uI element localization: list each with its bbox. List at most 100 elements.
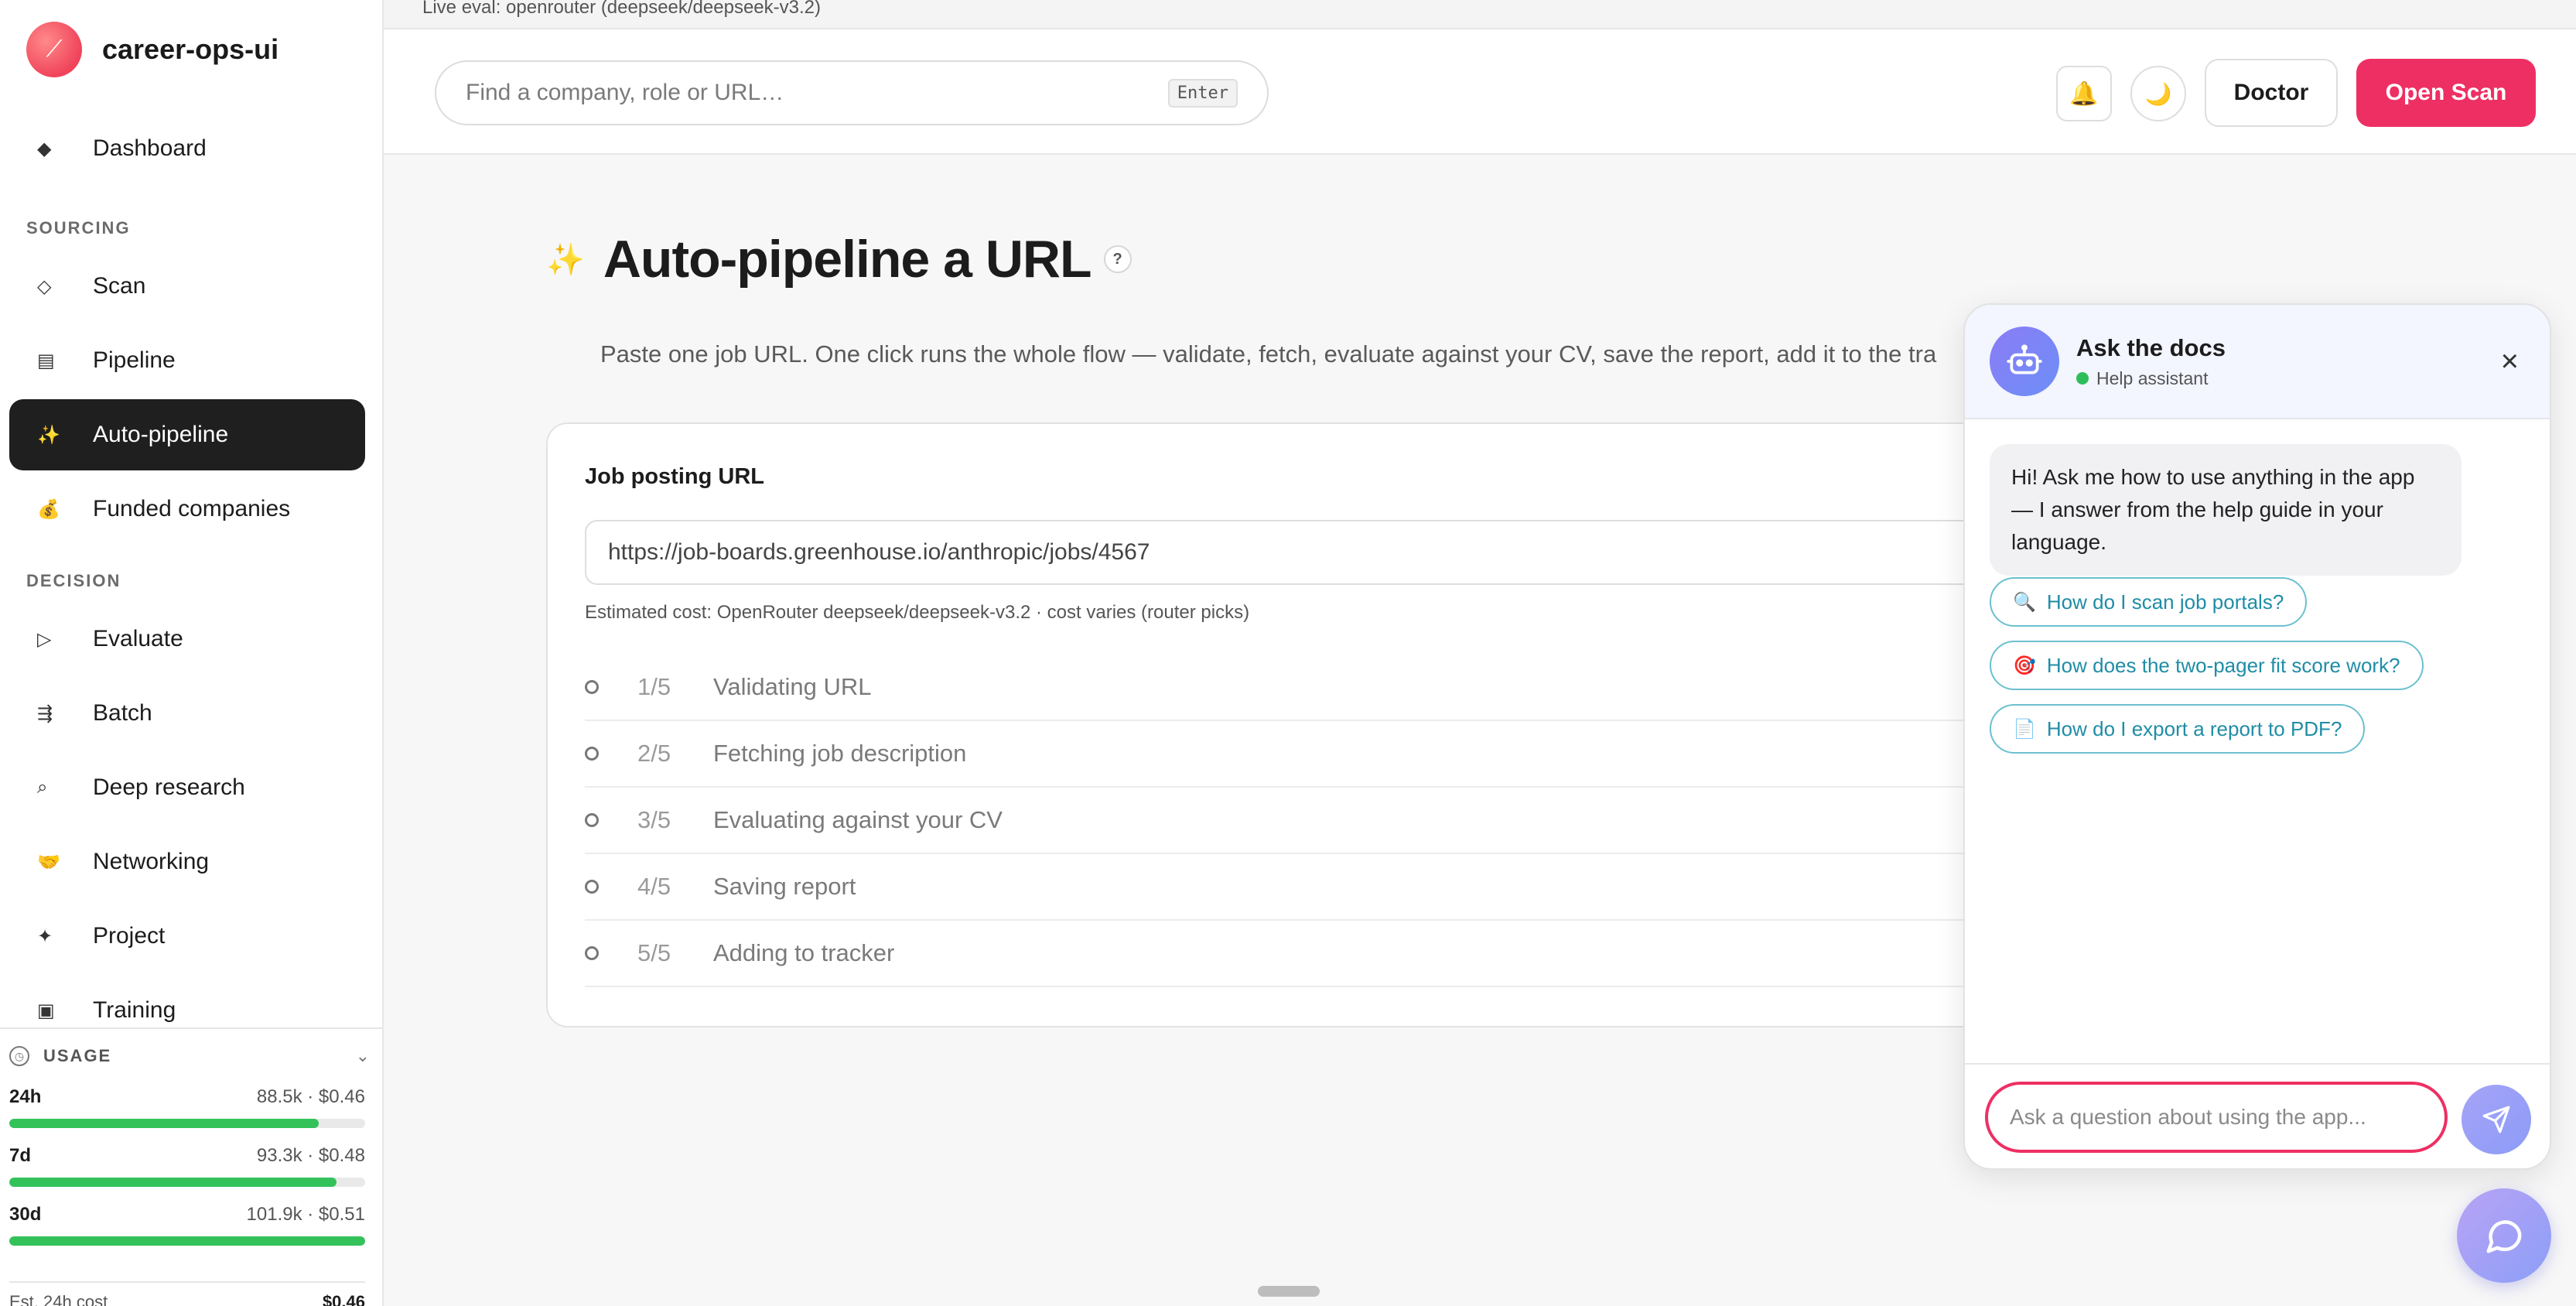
sidebar-item-label: Training xyxy=(93,997,176,1023)
sidebar-item-label: Auto-pipeline xyxy=(93,422,229,447)
help-icon[interactable]: ? xyxy=(1103,245,1132,273)
usage-value: 101.9k · $0.51 xyxy=(246,1204,365,1225)
sidebar-item-networking[interactable]: 🤝 Networking xyxy=(9,826,365,897)
usage-header[interactable]: ◷ USAGE ⌄ xyxy=(9,1046,370,1066)
topbar: Enter 🔔 🌙 Doctor Open Scan xyxy=(384,29,2576,155)
est-cost-label: Est. 24h cost xyxy=(9,1292,108,1306)
pipeline-steps: 1/5 Validating URL 2/5 Fetching job desc… xyxy=(585,655,1977,987)
diamond-icon: ◆ xyxy=(37,138,52,159)
sidebar-item-label: Networking xyxy=(93,849,210,874)
sidebar-item-label: Evaluate xyxy=(93,626,183,651)
magnifier-icon: ⌕ xyxy=(37,777,48,798)
sidebar-item-deep-research[interactable]: ⌕ Deep research xyxy=(9,752,365,823)
target-icon: 🎯 xyxy=(2013,655,2036,676)
online-dot-icon xyxy=(2076,372,2089,385)
pipeline-step: 3/5 Evaluating against your CV xyxy=(585,788,1977,854)
sparkles-icon: ✨ xyxy=(37,424,60,446)
usage-period: 24h xyxy=(9,1086,42,1107)
play-outline-icon: ▷ xyxy=(37,628,52,650)
chat-input[interactable] xyxy=(1985,1082,2448,1153)
sidebar-item-label: Dashboard xyxy=(93,135,207,161)
close-icon[interactable]: × xyxy=(2501,344,2519,379)
usage-bar xyxy=(9,1178,365,1187)
sidebar-item-scan[interactable]: ◇ Scan xyxy=(9,251,365,322)
sidebar: ⟋ career-ops-ui ◆ Dashboard SOURCING ◇ S… xyxy=(0,0,384,1306)
pipeline-step: 4/5 Saving report xyxy=(585,854,1977,921)
sidebar-item-funded-companies[interactable]: 💰 Funded companies xyxy=(9,474,365,545)
live-eval-banner: Live eval: openrouter (deepseek/deepseek… xyxy=(384,0,2576,29)
doctor-button[interactable]: Doctor xyxy=(2205,59,2338,127)
moon-icon[interactable]: 🌙 xyxy=(2130,66,2186,121)
usage-bar-fill xyxy=(9,1119,319,1128)
assistant-message: Hi! Ask me how to use anything in the ap… xyxy=(1990,444,2462,576)
chevron-down-icon[interactable]: ⌄ xyxy=(356,1046,370,1066)
suggestion-chip[interactable]: 📄 How do I export a report to PDF? xyxy=(1990,704,2366,754)
batch-icon: ⇶ xyxy=(37,703,53,724)
chat-launcher-button[interactable] xyxy=(2457,1188,2551,1283)
sidebar-item-dashboard[interactable]: ◆ Dashboard xyxy=(9,113,365,184)
est-cost-value: $0.46 xyxy=(322,1292,365,1306)
bell-icon[interactable]: 🔔 xyxy=(2056,66,2112,121)
usage-bar-fill xyxy=(9,1236,365,1246)
search-icon: 🔍 xyxy=(2013,591,2036,613)
search-input[interactable] xyxy=(466,80,1168,106)
document-icon: 📄 xyxy=(2013,718,2036,740)
send-icon xyxy=(2482,1106,2510,1133)
sidebar-item-project[interactable]: ✦ Project xyxy=(9,901,365,972)
usage-footer: Est. 24h cost $0.46 xyxy=(9,1281,365,1306)
sidebar-item-label: Funded companies xyxy=(93,496,291,521)
step-label: Validating URL xyxy=(713,673,872,700)
chat-status-label: Help assistant xyxy=(2096,368,2209,388)
diamond-outline-icon: ◇ xyxy=(37,275,52,297)
page-header: ✨ Auto-pipeline a URL ? xyxy=(546,229,1132,289)
suggestion-chip[interactable]: 🎯 How does the two-pager fit score work? xyxy=(1990,641,2424,690)
usage-row-30d: 30d 101.9k · $0.51 xyxy=(9,1204,365,1246)
sidebar-item-evaluate[interactable]: ▷ Evaluate xyxy=(9,603,365,675)
chat-status: Help assistant xyxy=(2076,368,2226,389)
usage-value: 88.5k · $0.46 xyxy=(256,1086,365,1107)
usage-value: 93.3k · $0.48 xyxy=(256,1145,365,1166)
list-icon: ▤ xyxy=(37,350,55,371)
sidebar-item-auto-pipeline[interactable]: ✨ Auto-pipeline xyxy=(9,399,365,470)
sidebar-item-label: Scan xyxy=(93,273,146,299)
suggestion-label: How do I export a report to PDF? xyxy=(2046,716,2342,740)
search-box[interactable]: Enter xyxy=(435,60,1269,125)
open-scan-button[interactable]: Open Scan xyxy=(2356,59,2536,127)
step-label: Evaluating against your CV xyxy=(713,806,1003,833)
usage-panel: ◷ USAGE ⌄ 24h 88.5k · $0.46 7d 93.3k · $… xyxy=(0,1027,382,1306)
sidebar-item-pipeline[interactable]: ▤ Pipeline xyxy=(9,325,365,396)
brand[interactable]: ⟋ career-ops-ui xyxy=(26,22,278,77)
usage-row-7d: 7d 93.3k · $0.48 xyxy=(9,1145,365,1187)
usage-title: USAGE xyxy=(43,1046,112,1065)
app-logo-icon: ⟋ xyxy=(26,22,82,77)
page-subtitle: Paste one job URL. One click runs the wh… xyxy=(600,340,1937,368)
job-url-input[interactable] xyxy=(585,520,1977,585)
send-button[interactable] xyxy=(2462,1085,2531,1154)
step-label: Fetching job description xyxy=(713,740,967,767)
step-status-icon xyxy=(585,880,599,894)
usage-bar xyxy=(9,1119,365,1128)
sidebar-item-label: Project xyxy=(93,923,166,949)
sidebar-item-label: Batch xyxy=(93,700,152,726)
chat-header: Ask the docs Help assistant × xyxy=(1965,305,2550,419)
robot-icon xyxy=(1990,326,2059,396)
sidebar-item-label: Pipeline xyxy=(93,347,176,373)
step-label: Saving report xyxy=(713,873,856,900)
money-bag-icon: 💰 xyxy=(37,498,60,520)
scroll-handle[interactable] xyxy=(1258,1286,1320,1297)
step-number: 2/5 xyxy=(637,740,671,767)
suggestion-chip[interactable]: 🔍 How do I scan job portals? xyxy=(1990,577,2308,627)
sidebar-item-batch[interactable]: ⇶ Batch xyxy=(9,678,365,749)
ask-docs-panel: Ask the docs Help assistant × Hi! Ask me… xyxy=(1963,303,2551,1170)
pipeline-step: 5/5 Adding to tracker xyxy=(585,921,1977,987)
pipeline-step: 1/5 Validating URL xyxy=(585,655,1977,721)
step-label: Adding to tracker xyxy=(713,939,895,966)
step-number: 4/5 xyxy=(637,873,671,900)
chat-bubble-icon xyxy=(2486,1220,2522,1253)
step-number: 3/5 xyxy=(637,806,671,833)
handshake-icon: 🤝 xyxy=(37,851,60,873)
enter-key-hint: Enter xyxy=(1167,78,1238,108)
suggestion-label: How does the two-pager fit score work? xyxy=(2046,653,2400,677)
cost-estimate: Estimated cost: OpenRouter deepseek/deep… xyxy=(585,602,1250,623)
suggestion-label: How do I scan job portals? xyxy=(2046,590,2284,614)
